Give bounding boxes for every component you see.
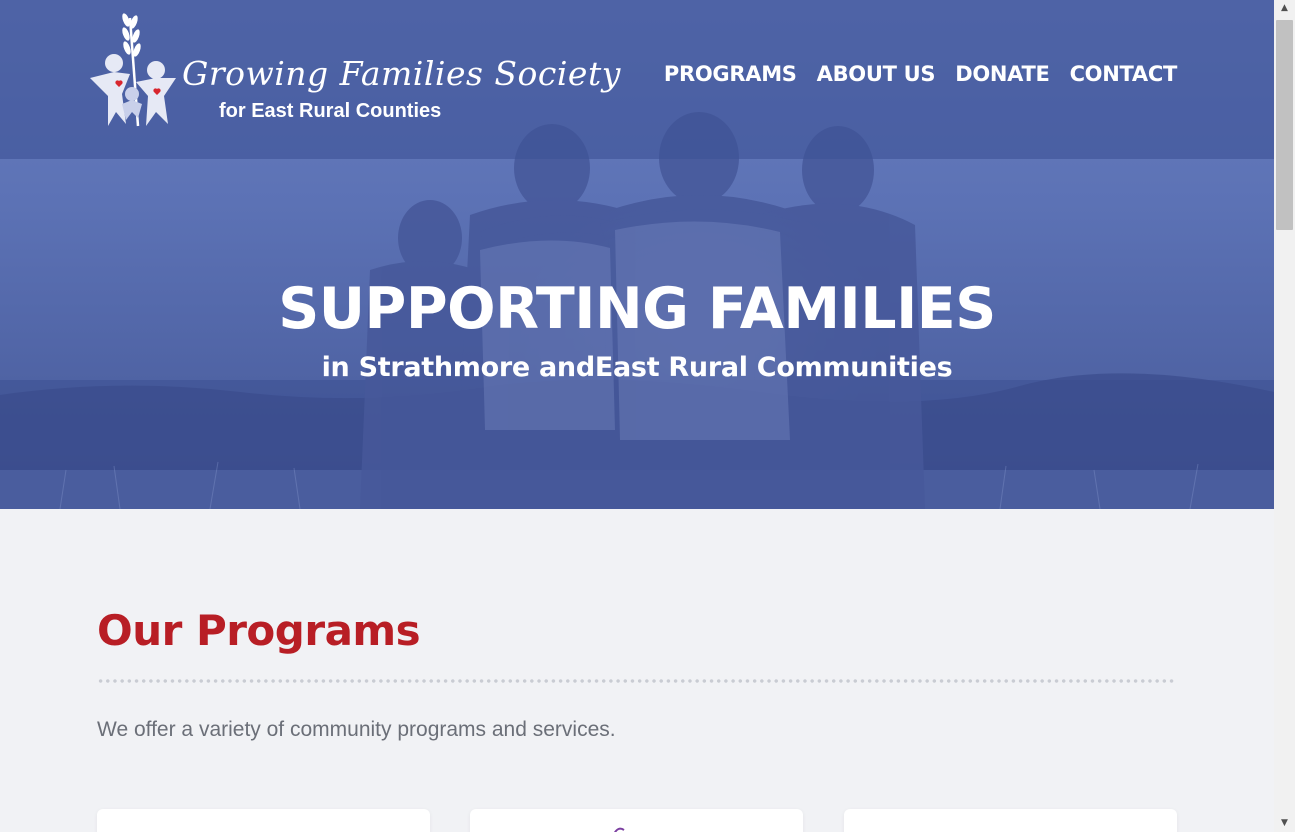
nav-donate[interactable]: DONATE [955,62,1050,86]
program-card-3[interactable] [844,809,1177,832]
nav-contact[interactable]: CONTACT [1070,62,1178,86]
dotted-divider [97,678,1177,684]
programs-description: We offer a variety of community programs… [97,718,616,741]
hero-subtitle: in Strathmore andEast Rural Communities [321,352,953,383]
arrow-down-icon[interactable]: ▼ [1274,815,1295,832]
arrow-up-icon[interactable]: ▲ [1274,0,1295,17]
program-card-icon [613,827,625,832]
nav-about-us[interactable]: ABOUT US [817,62,936,86]
family-wheat-logo-icon [90,13,176,127]
nav-programs[interactable]: PROGRAMS [664,62,797,86]
main-navigation: PROGRAMS ABOUT US DONATE CONTACT [664,62,1177,86]
logo-subtitle: for East Rural Counties [219,100,442,122]
page-scrollbar[interactable]: ▲ ▼ [1274,0,1295,832]
programs-heading: Our Programs [97,606,421,655]
program-card-1[interactable] [97,809,430,832]
hero-title: SUPPORTING FAMILIES [278,276,996,342]
site-logo[interactable]: Growing Families Society for East Rural … [86,8,620,130]
program-card-2[interactable] [470,809,803,832]
hero-banner: Growing Families Society for East Rural … [0,0,1274,509]
page-viewport: Growing Families Society for East Rural … [0,0,1274,832]
logo-title: Growing Families Society [182,54,621,93]
scrollbar-thumb[interactable] [1276,20,1293,230]
